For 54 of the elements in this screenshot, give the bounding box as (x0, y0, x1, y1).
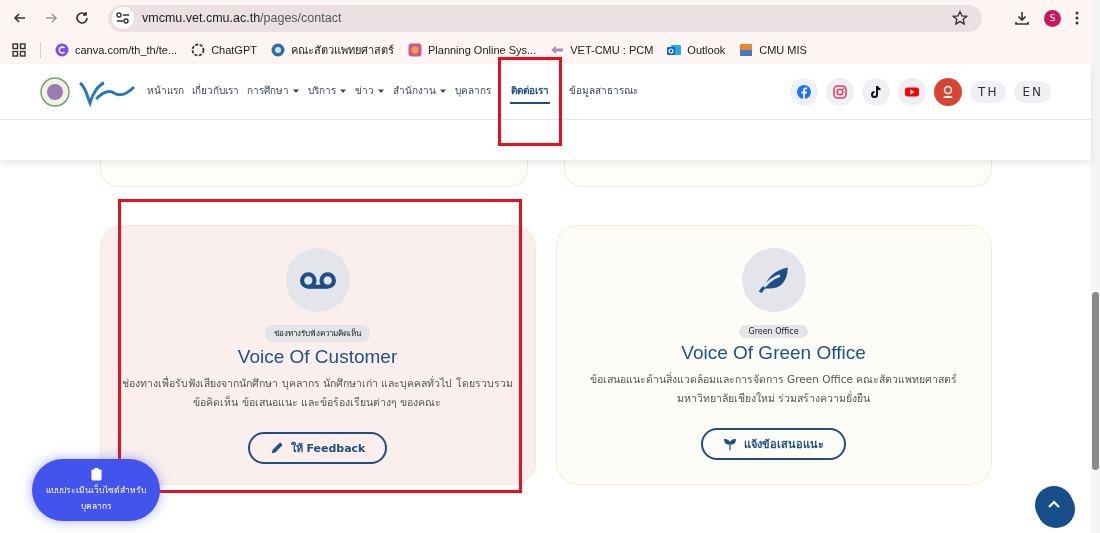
social-button[interactable] (862, 77, 891, 106)
faculty-logo-drawing[interactable] (40, 74, 136, 109)
bookmark-favicon-icon (271, 43, 285, 57)
apps-grid-icon[interactable] (12, 43, 26, 57)
address-bar[interactable]: vmcmu.vet.cmu.ac.th/pages/contact (108, 4, 982, 32)
nav-link[interactable]: ข้อมูลสาธารณะ (568, 79, 639, 104)
feedback-button[interactable]: ให้ Feedback (247, 432, 388, 464)
bookmark-link[interactable]: คณะสัตวแพทยศาสตร์ (271, 41, 394, 59)
category-tag: ช่องทางรับฟังความคิดเห็น (265, 325, 370, 342)
bookmark-favicon-icon (191, 43, 206, 57)
reload-icon[interactable] (74, 10, 90, 26)
nav-link[interactable]: สำนักงาน (392, 79, 448, 104)
card-description: ช่องทางเพื่อรับฟังเสียงจากนักศึกษา บุคลากร นักศึกษาเก่า และบุคคลทั่วไป โดยรวบรวม ข้อคิดเห็น ข้อเสนอแนะ และข้อร้องเรียนต่างๆ ของคณะ (121, 375, 514, 410)
card-description: ข้อเสนอแนะด้านสิ่งแวดล้อมและการจัดการ Green Office คณะสัตวแพทยศาสตร์ มหาวิทยาลัยเชียงใหม่ ร่วมสร้างความยั่งยืน (588, 371, 959, 406)
card-title: Voice Of Green Office (681, 342, 866, 364)
bookmark-link[interactable]: Outlook (667, 43, 726, 57)
nav-link[interactable]: บริการ (307, 79, 348, 104)
bookmark-star-icon[interactable] (952, 10, 968, 26)
scrollbar-thumb[interactable] (1092, 292, 1099, 470)
bookmark-link[interactable]: VET-CMU : PCM (550, 43, 654, 57)
bookmark-link[interactable]: ChatGPT (191, 43, 257, 57)
url-text: vmcmu.vet.cmu.ac.th/pages/contact (142, 11, 343, 25)
nav-link[interactable]: บุคลากร (454, 79, 492, 104)
instagram-icon (832, 83, 849, 100)
language-button[interactable]: EN (1014, 80, 1051, 103)
bookmark-favicon-icon (550, 43, 565, 57)
nav-link[interactable]: หน้าแรก (146, 79, 185, 104)
language-button[interactable]: TH (970, 80, 1007, 103)
back-to-top-button[interactable] (1035, 486, 1073, 524)
bookmark-link[interactable]: CMU MIS (739, 43, 807, 57)
site-settings-icon[interactable] (115, 10, 131, 26)
bookmark-link[interactable]: canva.com/th_th/te... (55, 43, 178, 57)
voicemail-icon (299, 271, 336, 289)
bookmark-favicon-icon (739, 43, 754, 57)
pencil-icon (269, 441, 284, 455)
bookmark-favicon-icon (408, 43, 422, 57)
profile-avatar[interactable]: S (1044, 9, 1061, 27)
clipboard-icon (90, 467, 102, 481)
nav-link[interactable]: เกี่ยวกับเรา (191, 79, 240, 104)
leaf-icon (758, 265, 789, 295)
card-title: Voice Of Customer (237, 346, 398, 368)
bookmark-favicon-icon (55, 43, 69, 57)
category-tag: Green Office (739, 325, 808, 338)
more-menu-icon[interactable] (1075, 10, 1079, 26)
nav-link[interactable]: ติดต่อเรา (510, 79, 550, 104)
sprout-icon (723, 437, 737, 451)
nav-link[interactable]: การศึกษา (246, 79, 301, 104)
survey-button[interactable]: แบบประเมินเว็บไซต์สำหรับ บุคลากร (32, 459, 160, 521)
bookmark-link[interactable]: Planning Online Sys... (408, 43, 537, 57)
bookmark-favicon-icon (667, 43, 682, 57)
facebook-icon (796, 83, 813, 100)
feedback-button[interactable]: แจ้งข้อเสนอแนะ (701, 428, 846, 460)
nav-link[interactable]: ข่าว (354, 79, 386, 104)
download-icon[interactable] (1014, 10, 1030, 26)
